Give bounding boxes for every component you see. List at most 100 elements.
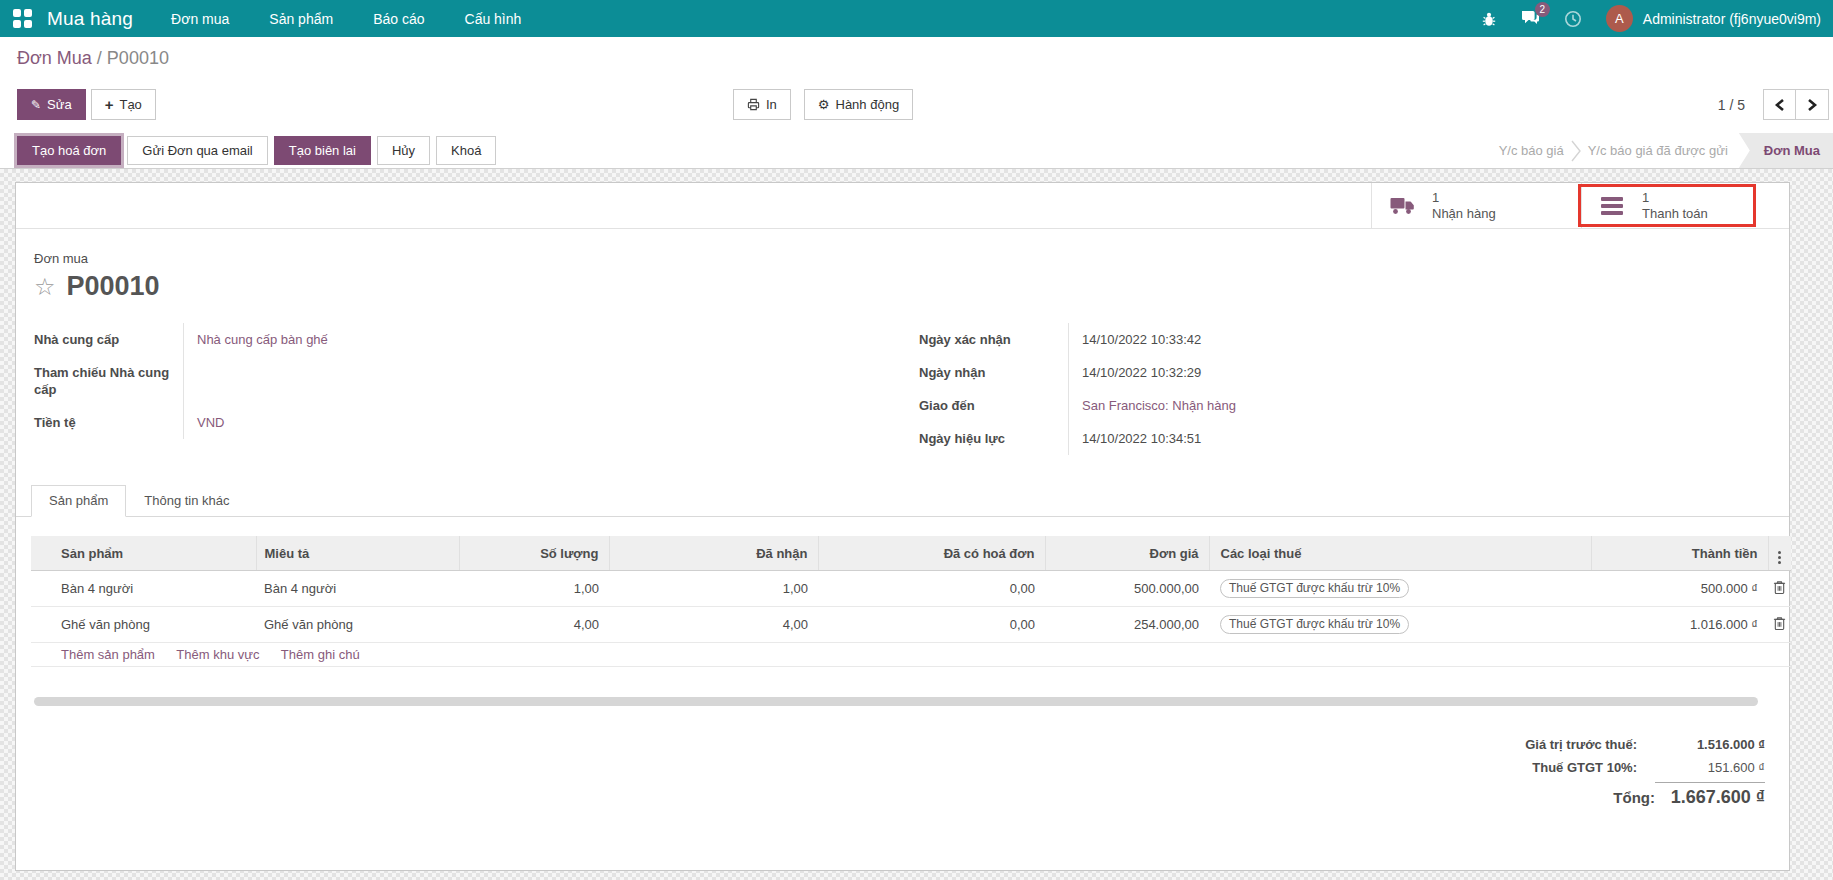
receipt-count: 1	[1432, 190, 1496, 206]
untaxed-amount-label: Giá trị trước thuế:	[1525, 733, 1637, 756]
cell-received: 1,00	[609, 571, 818, 607]
pager-value: 1 / 5	[1718, 97, 1745, 113]
messages-icon[interactable]: 2	[1521, 10, 1540, 27]
column-options-button[interactable]	[1768, 536, 1791, 571]
stage-separator-icon	[1571, 138, 1581, 164]
printer-icon	[747, 98, 760, 111]
totals-block: Giá trị trước thuế: 1.516.000 ₫ Thuế GTG…	[1525, 733, 1765, 809]
untaxed-amount-value: 1.516.000 ₫	[1637, 733, 1765, 756]
stage-rfq[interactable]: Y/c báo giá	[1492, 133, 1571, 168]
column-header-quantity[interactable]: Số lượng	[459, 536, 609, 571]
column-header-received[interactable]: Đã nhận	[609, 536, 818, 571]
field-value-vendor[interactable]: Nhà cung cấp bàn ghế	[197, 332, 328, 347]
create-invoice-button[interactable]: Tạo hoá đơn	[17, 136, 121, 165]
messages-count-badge: 2	[1535, 2, 1550, 17]
column-header-taxes[interactable]: Các loại thuế	[1209, 536, 1591, 571]
delete-row-icon[interactable]	[1773, 616, 1786, 631]
column-header-unit-price[interactable]: Đơn giá	[1045, 536, 1209, 571]
tax-amount-label: Thuế GTGT 10%:	[1532, 756, 1637, 779]
field-label-effective-date: Ngày hiệu lực	[919, 422, 1069, 455]
column-header-product[interactable]: Sản phẩm	[53, 536, 256, 571]
debug-bug-icon[interactable]	[1481, 11, 1497, 27]
order-line-row[interactable]: Ghế văn phòng Ghế văn phòng 4,00 4,00 0,…	[31, 607, 1791, 643]
right-field-group: Ngày xác nhận 14/10/2022 10:33:42 Ngày n…	[919, 323, 1771, 455]
field-value-confirmation-date: 14/10/2022 10:33:42	[1069, 323, 1201, 356]
nav-item-cau-hinh[interactable]: Cấu hình	[465, 11, 522, 27]
order-line-row[interactable]: Bàn 4 người Bàn 4 người 1,00 1,00 0,00 5…	[31, 571, 1791, 607]
favorite-star-icon[interactable]: ☆	[34, 275, 56, 301]
total-label: Tổng:	[1613, 786, 1655, 809]
pager-next-button[interactable]	[1796, 89, 1829, 120]
user-name: Administrator (fj6nyue0vi9m)	[1643, 11, 1821, 27]
send-by-email-button[interactable]: Gửi Đơn qua email	[127, 136, 267, 165]
field-label-receipt-date: Ngày nhận	[919, 356, 1069, 389]
cell-quantity: 4,00	[459, 607, 609, 643]
payment-label: Thanh toán	[1642, 206, 1708, 222]
nav-menu: Đơn mua Sản phẩm Báo cáo Cấu hình	[171, 11, 521, 27]
add-product-link[interactable]: Thêm sản phẩm	[61, 647, 155, 662]
action-menu-button[interactable]: ⚙Hành động	[804, 89, 913, 120]
pencil-icon: ✎	[31, 98, 41, 112]
print-button[interactable]: In	[733, 89, 791, 120]
table-header-row: Sản phẩm Miêu tả Số lượng Đã nhận Đã có …	[31, 536, 1791, 571]
dots-icon	[1769, 551, 1792, 564]
chevron-right-icon	[1806, 98, 1818, 112]
horizontal-scrollbar[interactable]	[34, 697, 1758, 706]
avatar: A	[1606, 5, 1633, 32]
payment-smart-button[interactable]: 1 Thanh toán	[1581, 183, 1791, 228]
column-header-billed[interactable]: Đã có hoá đơn	[818, 536, 1045, 571]
field-label-confirmation-date: Ngày xác nhận	[919, 323, 1069, 356]
field-value-deliver-to[interactable]: San Francisco: Nhận hàng	[1082, 398, 1236, 413]
cancel-button[interactable]: Hủy	[377, 136, 430, 165]
notebook-tabs: Sản phẩm Thông tin khác	[16, 485, 1789, 517]
apps-menu-icon[interactable]	[13, 9, 32, 28]
activities-clock-icon[interactable]	[1564, 10, 1582, 28]
field-label-vendor: Nhà cung cấp	[34, 323, 184, 356]
chevron-left-icon	[1774, 98, 1786, 112]
receipt-label: Nhận hàng	[1432, 206, 1496, 222]
user-menu[interactable]: A Administrator (fj6nyue0vi9m)	[1606, 5, 1821, 32]
receipt-smart-button[interactable]: 1 Nhận hàng	[1371, 183, 1581, 228]
tab-products[interactable]: Sản phẩm	[31, 485, 126, 517]
cell-description: Bàn 4 người	[256, 571, 459, 607]
cell-product: Bàn 4 người	[53, 571, 256, 607]
status-pipeline: Y/c báo giá Y/c báo giá đã được gửi Đơn …	[1492, 133, 1833, 168]
order-lines-table: Sản phẩm Miêu tả Số lượng Đã nhận Đã có …	[31, 536, 1791, 667]
cell-received: 4,00	[609, 607, 818, 643]
field-label-deliver-to: Giao đến	[919, 389, 1069, 422]
stage-purchase-order[interactable]: Đơn Mua	[1739, 133, 1833, 168]
breadcrumb-current: P00010	[107, 48, 169, 68]
stage-rfq-sent[interactable]: Y/c báo giá đã được gửi	[1581, 133, 1735, 168]
button-box: 1 Nhận hàng 1 Thanh toán	[16, 183, 1789, 229]
add-section-link[interactable]: Thêm khu vực	[176, 647, 259, 662]
nav-item-san-pham[interactable]: Sản phẩm	[269, 11, 333, 27]
page-background: 1 Nhận hàng 1 Thanh toán Đơn mua ☆ P0001…	[0, 169, 1833, 880]
cell-subtotal: 1.016.000 ₫	[1591, 607, 1768, 643]
create-button[interactable]: +Tạo	[91, 89, 156, 120]
handle-column-header	[31, 536, 53, 571]
breadcrumb: Đơn Mua / P00010	[17, 48, 169, 69]
column-header-subtotal[interactable]: Thành tiền	[1591, 536, 1768, 571]
field-value-currency[interactable]: VND	[197, 415, 224, 430]
page-title: P00010	[67, 271, 160, 301]
create-receipt-button[interactable]: Tạo biên lai	[274, 136, 371, 165]
breadcrumb-parent[interactable]: Đơn Mua	[17, 48, 92, 68]
nav-item-don-mua[interactable]: Đơn mua	[171, 11, 229, 27]
field-label-vendor-reference: Tham chiếu Nhà cung cấp	[34, 356, 184, 406]
tab-other-info[interactable]: Thông tin khác	[126, 485, 247, 517]
edit-button[interactable]: ✎Sửa	[17, 89, 86, 120]
app-name[interactable]: Mua hàng	[47, 8, 133, 30]
add-note-link[interactable]: Thêm ghi chú	[281, 647, 360, 662]
pager-previous-button[interactable]	[1763, 89, 1796, 120]
cell-unit-price: 254.000,00	[1045, 607, 1209, 643]
field-value-effective-date: 14/10/2022 10:34:51	[1069, 422, 1201, 455]
column-header-description[interactable]: Miêu tả	[256, 536, 459, 571]
top-navbar: Mua hàng Đơn mua Sản phẩm Báo cáo Cấu hì…	[0, 0, 1833, 37]
tax-tag: Thuế GTGT được khấu trừ 10%	[1220, 615, 1409, 634]
delete-row-icon[interactable]	[1773, 580, 1786, 595]
control-panel: Đơn Mua / P00010 ✎Sửa +Tạo In ⚙Hành động…	[0, 37, 1833, 169]
cell-subtotal: 500.000 ₫	[1591, 571, 1768, 607]
lock-button[interactable]: Khoá	[436, 136, 496, 165]
cell-unit-price: 500.000,00	[1045, 571, 1209, 607]
nav-item-bao-cao[interactable]: Báo cáo	[373, 11, 424, 27]
